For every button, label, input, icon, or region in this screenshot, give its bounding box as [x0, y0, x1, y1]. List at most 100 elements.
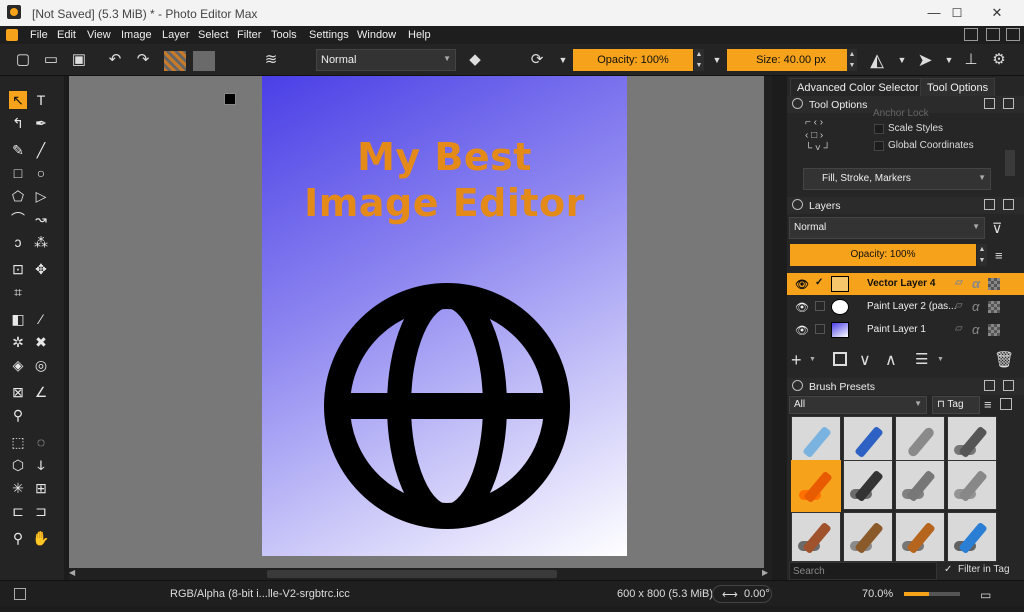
rotation-value[interactable]: 0.00° — [744, 588, 770, 600]
brush-preset-pencil[interactable] — [843, 460, 893, 510]
size-stepper[interactable]: ▲ ▼ — [847, 49, 857, 71]
move-down-icon[interactable]: ∨ — [859, 350, 871, 370]
move-tool-icon[interactable]: ✥ — [32, 260, 50, 278]
chevron-down-icon[interactable]: ▼ — [893, 51, 911, 69]
menu-help[interactable]: Help — [408, 29, 431, 41]
close-icon[interactable] — [1003, 380, 1014, 391]
alpha-icon[interactable]: α — [972, 322, 979, 337]
polygon-select-icon[interactable]: ⬡ — [9, 456, 27, 474]
brush-preset-filbert[interactable] — [895, 512, 945, 562]
dynamic-brush-icon[interactable]: ↄ — [9, 233, 27, 251]
brush-presets-icon[interactable]: ≋ — [262, 51, 280, 69]
close-button[interactable]: ✕ — [974, 0, 1020, 26]
bezier-select-icon[interactable]: ⊏ — [9, 502, 27, 520]
assistant-tool-icon[interactable]: ⊠ — [9, 383, 27, 401]
freehand-path-icon[interactable]: ↝ — [32, 210, 50, 228]
reload-icon[interactable]: ⟳ — [528, 51, 546, 69]
tab-tool-options[interactable]: Tool Options — [920, 78, 996, 96]
magnetic-select-icon[interactable]: ⊐ — [32, 502, 50, 520]
menu-layer[interactable]: Layer — [162, 29, 190, 41]
freehand-select-icon[interactable]: ↆ — [32, 456, 50, 474]
layer-row-vector-layer-4[interactable]: 👁 ✓ Vector Layer 4 ▱ α — [787, 273, 1024, 295]
brush-preset-fine[interactable] — [947, 512, 997, 562]
open-icon[interactable]: ▭ — [42, 51, 60, 69]
brush-preset-blender[interactable] — [895, 416, 945, 466]
size-field[interactable]: Size: 40.00 px — [727, 49, 855, 71]
transform-tool-icon[interactable]: ⊡ — [9, 260, 27, 278]
brush-preset-marker[interactable] — [843, 416, 893, 466]
lock-icon[interactable]: ▱ — [955, 277, 963, 288]
tool-options-scrollbar[interactable] — [1005, 150, 1015, 176]
add-layer-icon[interactable]: + — [791, 350, 802, 371]
polygon-tool-icon[interactable]: ⬠ — [9, 187, 27, 205]
canvas-area[interactable]: My Best Image Editor — [69, 76, 772, 568]
brush-preset-selected[interactable] — [791, 460, 841, 512]
measure-tool-icon[interactable]: ∠ — [32, 383, 50, 401]
menu-view[interactable]: View — [87, 29, 111, 41]
zoom-value[interactable]: 70.0% — [862, 588, 893, 600]
menu-filter[interactable]: Filter — [237, 29, 261, 41]
check-icon[interactable]: ✓ — [944, 564, 952, 575]
chevron-down-icon[interactable]: ▼ — [809, 356, 816, 363]
wrap-around-icon[interactable]: ⊥ — [962, 51, 980, 69]
float-icon[interactable] — [984, 380, 995, 391]
app-menu-icon[interactable] — [6, 29, 18, 41]
edit-shapes-icon[interactable]: ↰ — [9, 114, 27, 132]
image-dimensions[interactable]: 600 x 800 (5.3 MiB) — [617, 588, 713, 600]
opacity-field[interactable]: Opacity: 100% — [573, 49, 693, 71]
undo-icon[interactable]: ↶ — [106, 51, 124, 69]
alpha-icon[interactable]: α — [972, 276, 980, 291]
document-canvas[interactable]: My Best Image Editor — [262, 76, 627, 556]
mirror-horizontal-icon[interactable]: ◭ — [868, 51, 886, 69]
enclose-fill-icon[interactable]: ◎ — [32, 356, 50, 374]
delete-layer-icon[interactable]: 🗑 — [994, 350, 1014, 370]
layer-blend-mode-select[interactable]: Normal ▼ — [789, 217, 985, 239]
scroll-right-icon[interactable]: ▶ — [762, 568, 772, 580]
inherit-alpha-icon[interactable] — [988, 278, 1000, 290]
crop-tool-icon[interactable]: ⌗ — [9, 283, 27, 301]
close-document-icon[interactable] — [1006, 28, 1020, 41]
brush-preset-charcoal[interactable] — [895, 460, 945, 510]
inherit-alpha-icon[interactable] — [988, 301, 1000, 313]
visibility-icon[interactable]: 👁 — [795, 301, 809, 314]
filter-icon[interactable]: ⊽ — [992, 220, 1002, 237]
rect-select-icon[interactable]: ⬚ — [9, 433, 27, 451]
tag-select[interactable]: ⊓ Tag — [932, 396, 980, 414]
check-icon[interactable]: ✓ — [815, 277, 823, 288]
import-icon[interactable] — [1000, 398, 1012, 410]
zoom-slider[interactable] — [904, 592, 960, 596]
visibility-icon[interactable]: 👁 — [795, 324, 809, 337]
layer-opacity-stepper[interactable]: ▲ ▼ — [977, 244, 987, 266]
tile-icon[interactable] — [986, 28, 1000, 41]
brush-preset-soft[interactable] — [947, 460, 997, 510]
smart-patch-icon[interactable]: ✲ — [9, 333, 27, 351]
restore-icon[interactable] — [964, 28, 978, 41]
ellipse-select-icon[interactable]: ◌ — [32, 433, 50, 451]
ellipse-tool-icon[interactable]: ○ — [32, 164, 50, 182]
polyline-tool-icon[interactable]: ▷ — [32, 187, 50, 205]
new-document-icon[interactable]: ▢ — [14, 51, 32, 69]
menu-window[interactable]: Window — [357, 29, 396, 41]
brush-preset-flat[interactable] — [843, 512, 893, 562]
brush-preset-eraser[interactable] — [791, 416, 841, 466]
menu-icon[interactable]: ≡ — [984, 397, 992, 412]
layer-opacity-field[interactable]: Opacity: 100% — [790, 244, 976, 266]
scale-styles-checkbox[interactable] — [874, 124, 884, 134]
close-icon[interactable] — [1003, 98, 1014, 109]
bezier-tool-icon[interactable]: ⌒ — [9, 210, 27, 228]
menu-file[interactable]: File — [30, 29, 48, 41]
close-icon[interactable] — [1003, 199, 1014, 210]
horizontal-scrollbar[interactable]: ◀ ▶ — [69, 568, 772, 580]
inherit-alpha-icon[interactable] — [988, 324, 1000, 336]
global-coordinates-checkbox[interactable] — [874, 141, 884, 151]
reference-tool-icon[interactable]: ⚲ — [9, 406, 27, 424]
float-icon[interactable] — [984, 98, 995, 109]
layer-properties-icon[interactable]: ☰ — [915, 350, 928, 368]
similar-select-icon[interactable]: ⊞ — [32, 479, 50, 497]
blend-mode-select[interactable]: Normal ▼ — [316, 49, 456, 71]
chevron-down-icon[interactable]: ▼ — [708, 51, 726, 69]
save-icon[interactable]: ▣ — [70, 51, 88, 69]
line-tool-icon[interactable]: ╱ — [32, 141, 50, 159]
brush-preset-round[interactable] — [791, 512, 841, 562]
lock-icon[interactable]: ▱ — [955, 323, 963, 334]
